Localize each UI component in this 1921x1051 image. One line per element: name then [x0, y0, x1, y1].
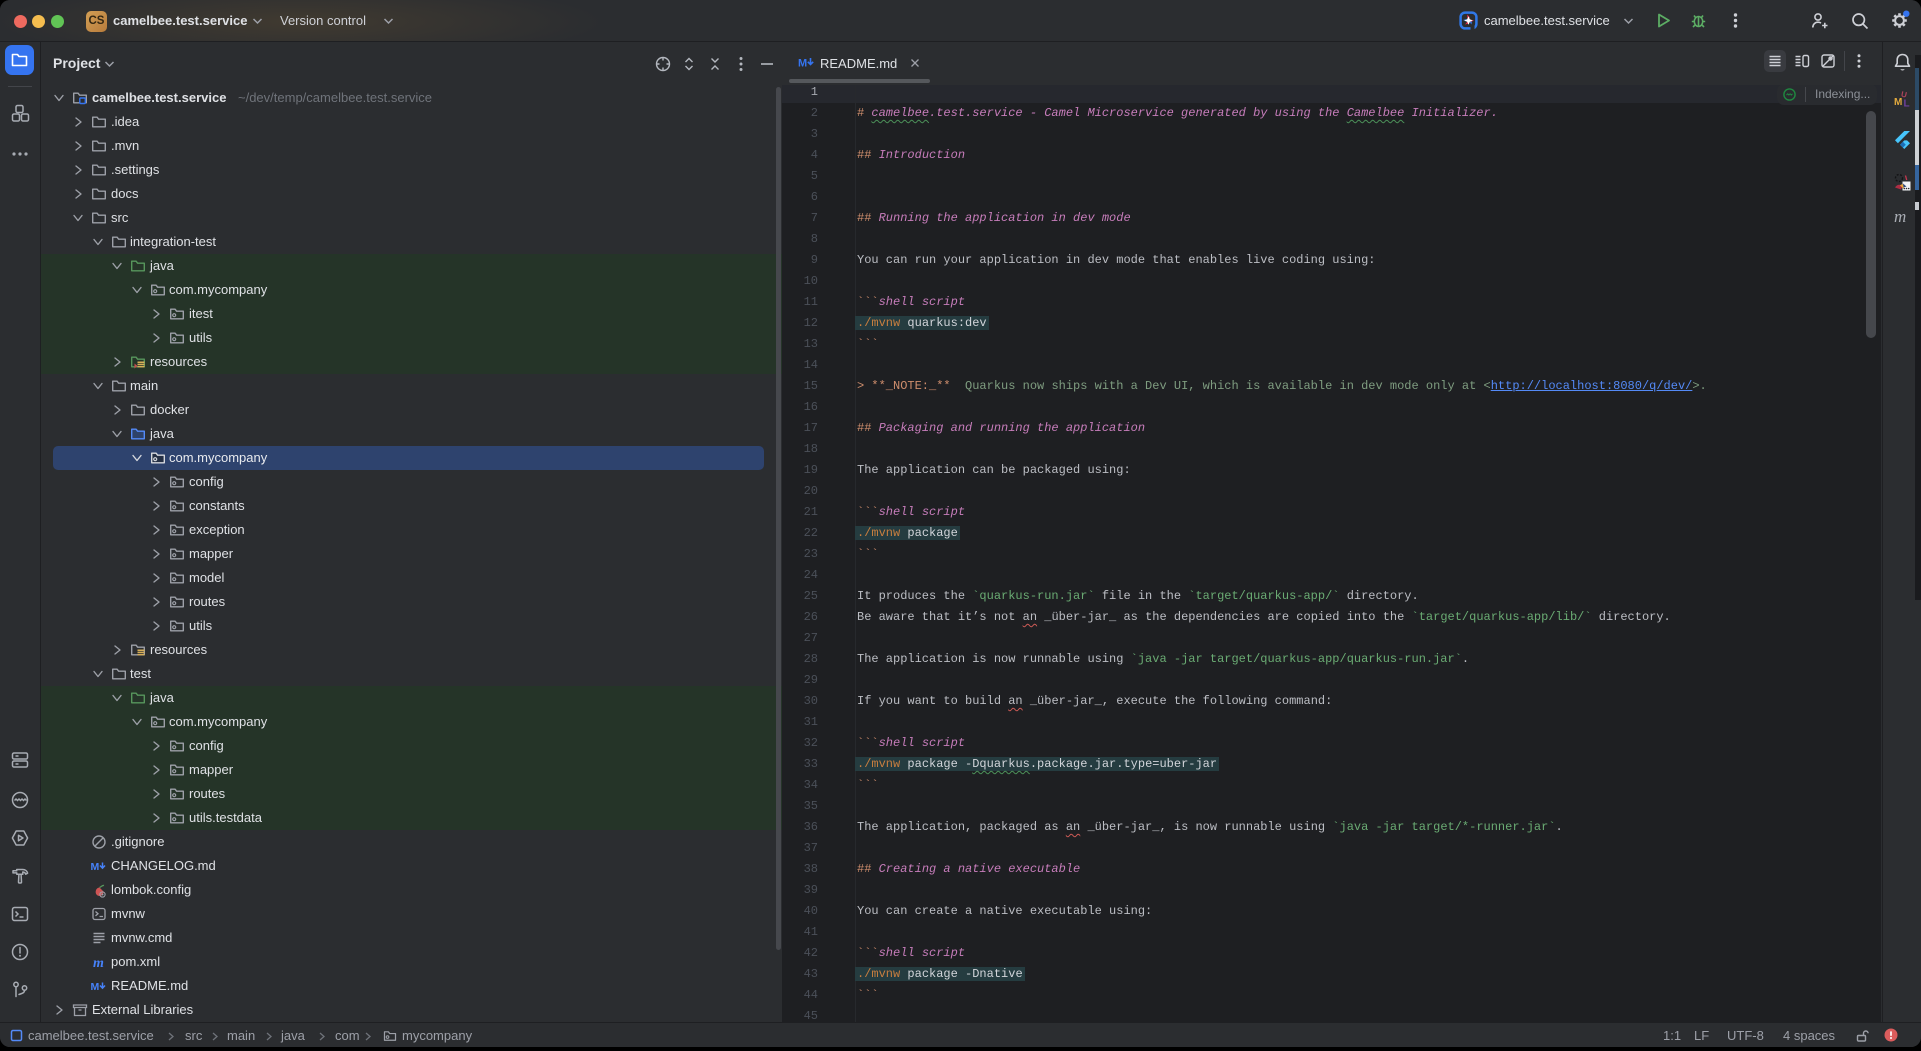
- svg-text:M: M: [1894, 97, 1902, 108]
- svg-text:L: L: [1904, 99, 1910, 110]
- svg-text:M: M: [798, 58, 807, 70]
